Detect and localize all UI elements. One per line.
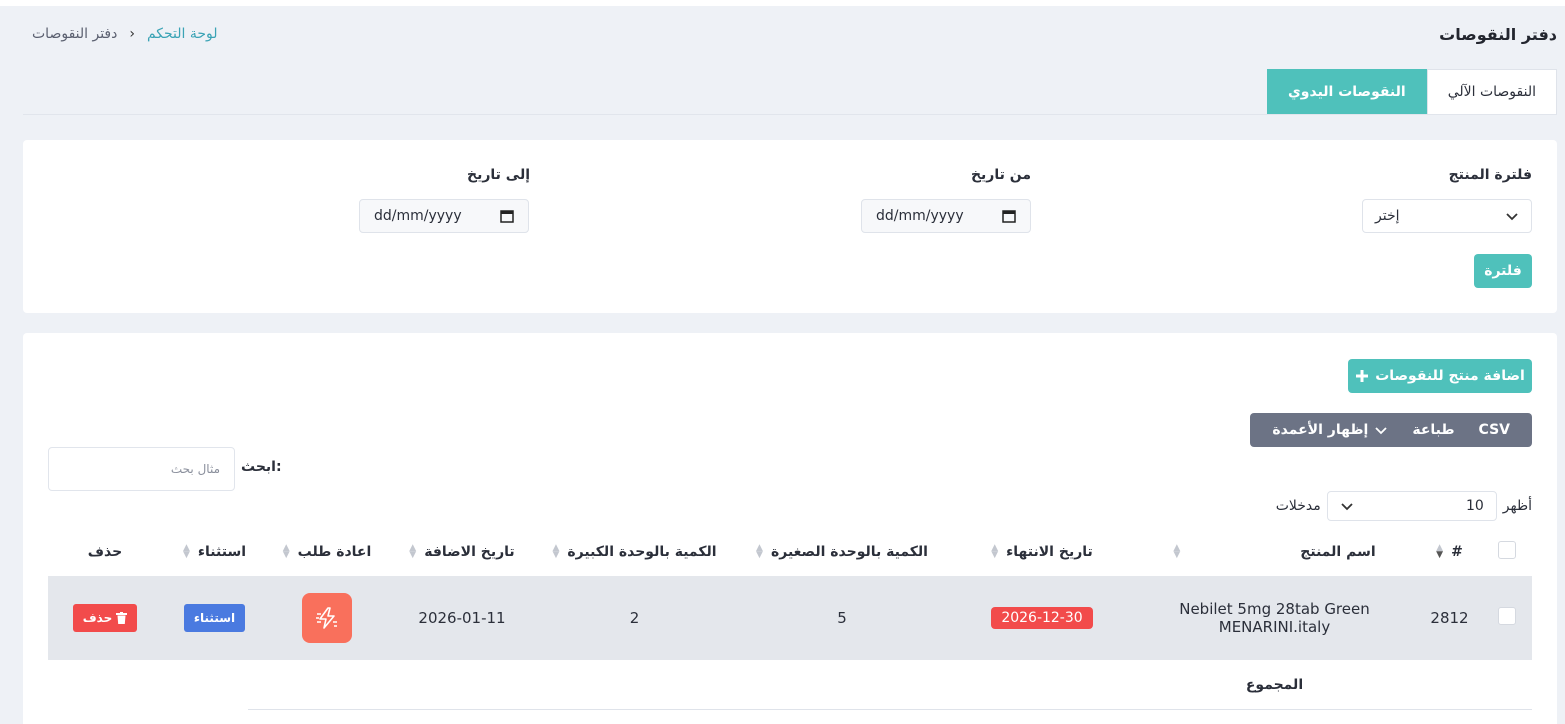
breadcrumb: دفتر النقوصات › لوحة التحكم [32, 26, 218, 42]
tabs: النقوصات الآلي النقوصات اليدوي [1266, 69, 1557, 115]
footer-divider [248, 709, 1532, 710]
cell-qty-small: 5 [837, 609, 847, 627]
breadcrumb-current: دفتر النقوصات [32, 26, 118, 42]
top-strip [0, 0, 1565, 6]
exclude-button[interactable]: استثناء [183, 604, 246, 632]
column-header-product[interactable]: اسم المنتج ▲ ▼ [1132, 527, 1417, 576]
sort-icon: ▲ ▼ [1173, 542, 1181, 560]
breadcrumb-separator: › [129, 26, 135, 42]
export-toolbar: CSV طباعة إظهار الأعمدة [1250, 413, 1532, 447]
search-label: ابحث: [241, 459, 282, 475]
column-header-expiry[interactable]: تاريخ الانتهاء ▲ ▼ [952, 527, 1132, 576]
to-date-value: dd/mm/yyyy [374, 208, 462, 224]
row-select-cell [1482, 576, 1532, 660]
cell-added: 2026-01-11 [418, 609, 506, 627]
product-filter-label: فلترة المنتج [1448, 167, 1532, 183]
cell-reorder [267, 576, 387, 660]
expiry-badge: 2026-12-30 [991, 607, 1093, 629]
page-length-show-label: أظهر [1502, 498, 1532, 514]
column-header-reorder[interactable]: اعادة طلب ▲ ▼ [267, 527, 387, 576]
table-footer-row: المجموع [48, 660, 1532, 710]
page-length-value: 10 [1465, 498, 1484, 514]
footer-total-label: المجموع [1245, 677, 1304, 693]
from-date-input[interactable]: dd/mm/yyyy [861, 199, 1031, 233]
add-shortage-label: اضافة منتج للنقوصات [1375, 368, 1525, 384]
page-length: أظهر 10 مدخلات [1276, 491, 1532, 521]
header-label: استثناء [197, 543, 247, 560]
columns-visibility-label: إظهار الأعمدة [1272, 422, 1369, 438]
product-filter-select[interactable]: إختر [1362, 199, 1532, 233]
table-header-row: # ▲ ▼ اسم المنتج ▲ ▼ تاريخ الانتهاء ▲ ▼ الكمية… [48, 527, 1532, 576]
sort-icon: ▲ ▼ [991, 542, 999, 560]
product-filter-value: إختر [1375, 208, 1400, 224]
sort-icon: ▲ ▼ [282, 542, 290, 560]
column-header-qty-small[interactable]: الكمية بالوحدة الصغيرة ▲ ▼ [732, 527, 952, 576]
header-label: تاريخ الانتهاء [1006, 543, 1093, 560]
lightning-icon [316, 607, 337, 629]
cell-product: Nebilet 5mg 28tab Green MENARINI.italy [1179, 600, 1370, 636]
sort-icon: ▲ ▼ [1436, 542, 1444, 560]
filter-button[interactable]: فلترة [1474, 254, 1532, 288]
sort-icon: ▲ ▼ [756, 542, 763, 560]
table-row[interactable]: 2812 Nebilet 5mg 28tab Green MENARINI.it… [48, 576, 1532, 660]
to-date-label: إلى تاريخ [466, 167, 530, 183]
delete-button[interactable]: حذف [72, 604, 138, 632]
trash-icon [116, 612, 128, 624]
add-shortage-button[interactable]: اضافة منتج للنقوصات [1348, 359, 1532, 393]
print-button[interactable]: طباعة [1400, 422, 1466, 438]
from-date-label: من تاريخ [970, 167, 1031, 183]
sort-icon: ▲ ▼ [182, 542, 190, 560]
columns-visibility-button[interactable]: إظهار الأعمدة [1260, 422, 1400, 438]
header-label: # [1451, 543, 1463, 560]
column-header-qty-large[interactable]: الكمية بالوحدة الكبيرة ▲ ▼ [537, 527, 732, 576]
header-label: اعادة طلب [297, 543, 372, 560]
page-length-select[interactable]: 10 [1326, 491, 1497, 521]
column-header-added[interactable]: تاريخ الاضافة ▲ ▼ [387, 527, 537, 576]
sort-icon: ▲ ▼ [552, 542, 560, 560]
reorder-button[interactable] [302, 593, 352, 643]
from-date-value: dd/mm/yyyy [876, 208, 964, 224]
header-label: الكمية بالوحدة الصغيرة [770, 543, 928, 560]
cell-qty-large: 2 [629, 609, 640, 627]
sort-icon: ▲ ▼ [409, 542, 417, 560]
tab-manual-shortages[interactable]: النقوصات اليدوي [1266, 69, 1427, 115]
delete-label: حذف [82, 611, 113, 625]
calendar-icon [1002, 210, 1016, 223]
cell-exclude: استثناء [162, 576, 267, 660]
header-label: اسم المنتج [1300, 543, 1376, 560]
filter-card: فلترة المنتج إختر من تاريخ dd/mm/yyyy إل… [23, 140, 1557, 313]
breadcrumb-home-link[interactable]: لوحة التحكم [147, 26, 218, 42]
select-all-checkbox[interactable] [1498, 540, 1516, 559]
plus-icon [1356, 370, 1369, 382]
table-card: اضافة منتج للنقوصات CSV طباعة إظهار الأع… [23, 333, 1557, 724]
cell-num: 2812 [1430, 609, 1469, 627]
tab-auto-shortages[interactable]: النقوصات الآلي [1426, 69, 1557, 115]
search-input[interactable]: مثال بحث [48, 447, 235, 491]
header-label: الكمية بالوحدة الكبيرة [567, 543, 717, 560]
row-checkbox[interactable] [1498, 607, 1516, 625]
chevron-down-icon [1375, 427, 1387, 435]
shortages-table: # ▲ ▼ اسم المنتج ▲ ▼ تاريخ الانتهاء ▲ ▼ الكمية… [48, 527, 1532, 710]
page-length-entries-label: مدخلات [1275, 498, 1321, 514]
csv-button[interactable]: CSV [1467, 422, 1522, 438]
column-header-exclude[interactable]: استثناء ▲ ▼ [162, 527, 267, 576]
tabs-divider [23, 114, 1557, 115]
chevron-down-icon [1506, 213, 1518, 221]
column-header-delete: حذف [48, 527, 162, 576]
column-header-num[interactable]: # ▲ ▼ [1417, 527, 1482, 576]
select-all-header [1482, 527, 1532, 576]
page-title: دفتر النقوصات [1439, 25, 1557, 44]
cell-delete: حذف [48, 576, 162, 660]
cell-expiry: 2026-12-30 [952, 576, 1132, 660]
chevron-down-icon [1341, 503, 1353, 511]
calendar-icon [500, 210, 514, 223]
to-date-input[interactable]: dd/mm/yyyy [359, 199, 529, 233]
header-label: تاريخ الاضافة [424, 543, 515, 560]
header-label: حذف [87, 543, 123, 560]
